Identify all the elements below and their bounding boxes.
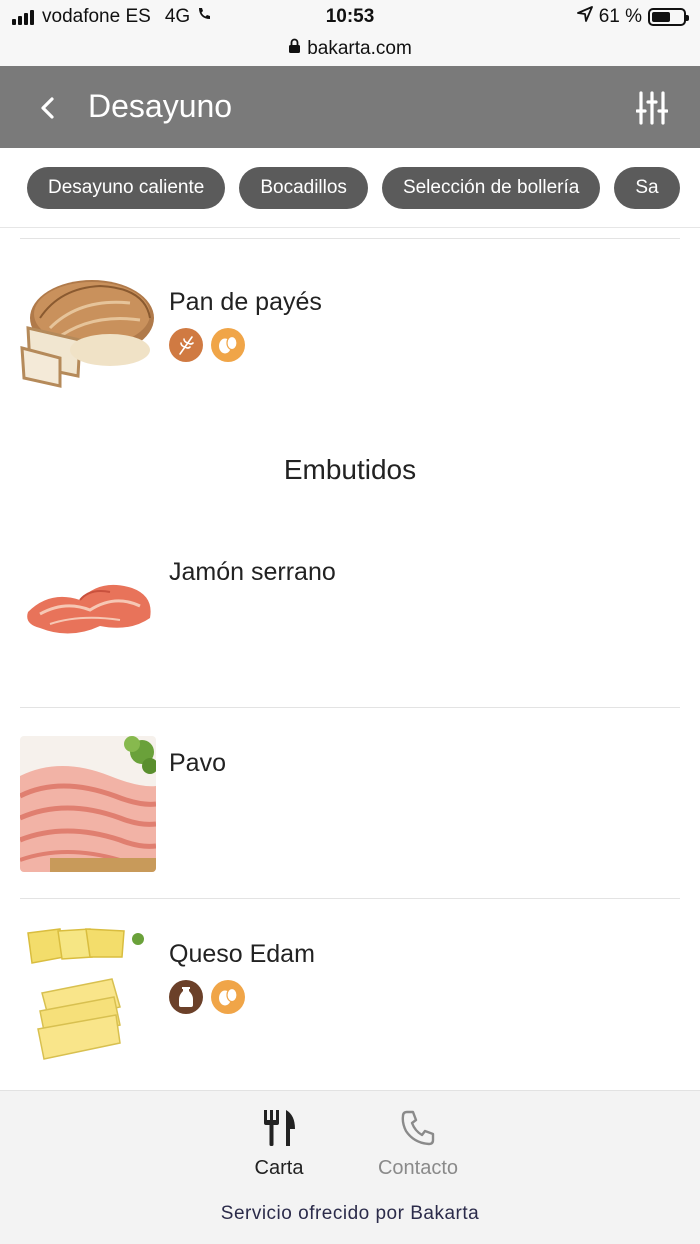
category-chips: Desayuno caliente Bocadillos Selección d… <box>27 167 680 209</box>
bottom-nav: Carta Contacto Servicio ofrecido por Bak… <box>0 1090 700 1244</box>
app-header: Desayuno <box>0 66 700 148</box>
status-bar: vodafone ES 4G 10:53 61 % <box>0 0 700 36</box>
chip-seleccion-bolleria[interactable]: Selección de bollería <box>381 167 601 209</box>
sliders-icon <box>636 91 668 125</box>
divider <box>20 238 680 239</box>
location-arrow-icon <box>576 6 593 28</box>
url-bar[interactable]: bakarta.com <box>0 32 700 66</box>
nav-carta-label: Carta <box>254 1157 304 1179</box>
nav-contacto[interactable]: Contacto <box>358 1109 478 1180</box>
battery-percent: 61 % <box>598 6 642 27</box>
chevron-left-icon <box>41 97 54 119</box>
back-button[interactable] <box>30 90 66 126</box>
turkey-image <box>20 736 156 872</box>
list-item-pavo[interactable]: Pavo <box>20 719 680 899</box>
gluten-icon <box>169 328 203 362</box>
item-name: Pan de payés <box>169 288 322 316</box>
allergen-badges <box>169 980 245 1014</box>
lock-icon <box>288 38 301 60</box>
cheese-image <box>20 927 156 1063</box>
category-tabs: Desayuno caliente Bocadillos Selección d… <box>0 148 700 228</box>
battery-icon <box>648 8 689 26</box>
nav-carta[interactable]: Carta <box>219 1109 339 1180</box>
bread-image <box>20 258 156 394</box>
chip-partial[interactable]: Sa <box>614 167 680 209</box>
section-title-embutidos: Embutidos <box>283 454 417 485</box>
allergen-badges <box>169 328 245 362</box>
list-item-pan-de-payes[interactable]: Pan de payés <box>20 258 680 438</box>
battery-level <box>652 12 671 22</box>
egg-icon <box>211 328 245 362</box>
nav-contacto-label: Contacto <box>377 1157 459 1179</box>
list-item-queso-edam[interactable]: Queso Edam <box>20 910 680 1090</box>
item-name: Queso Edam <box>169 940 315 968</box>
chip-bocadillos[interactable]: Bocadillos <box>239 167 368 209</box>
milk-icon <box>169 980 203 1014</box>
egg-icon <box>211 980 245 1014</box>
ham-image <box>20 528 156 664</box>
status-right: 61 % <box>576 6 689 28</box>
chip-desayuno-caliente[interactable]: Desayuno caliente <box>27 167 226 209</box>
url-domain: bakarta.com <box>307 38 412 59</box>
item-name: Pavo <box>169 749 226 777</box>
footer-credit: Servicio ofrecido por Bakarta <box>220 1203 480 1224</box>
fork-knife-icon <box>264 1110 295 1146</box>
page-title: Desayuno <box>88 88 233 124</box>
filter-button[interactable] <box>632 88 672 128</box>
item-name: Jamón serrano <box>169 558 336 586</box>
list-item-jamon-serrano[interactable]: Jamón serrano <box>20 528 680 708</box>
phone-icon <box>401 1110 435 1146</box>
menu-content: Pan de payés Embutidos Jamón serrano Pav… <box>0 228 700 1090</box>
